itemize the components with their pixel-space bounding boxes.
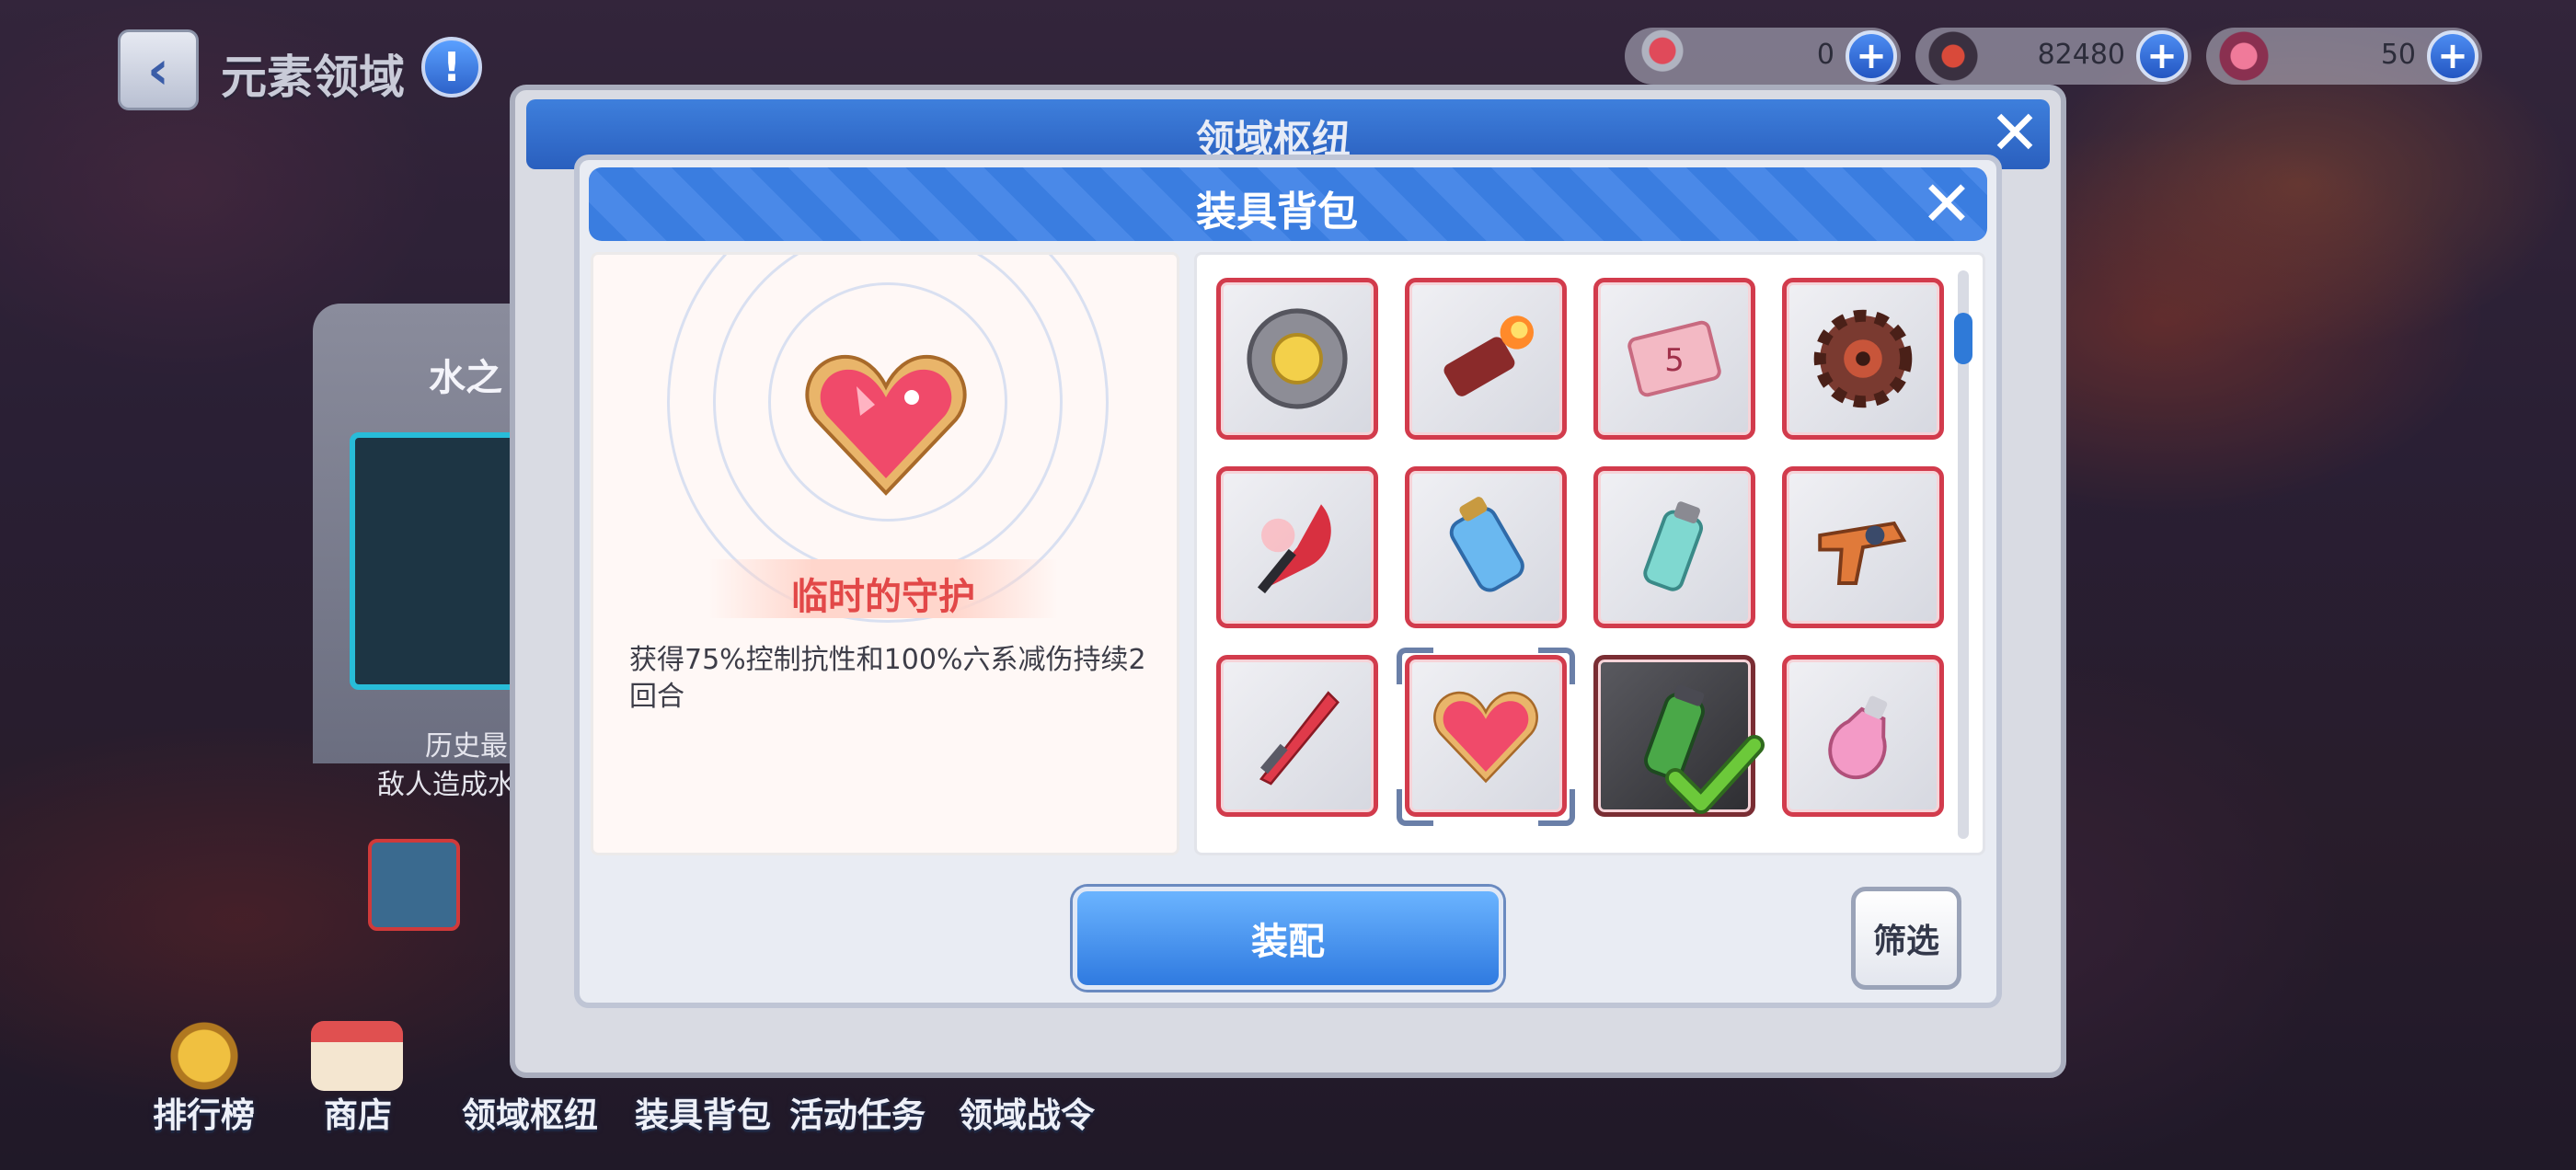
item-slot[interactable] xyxy=(1405,466,1567,628)
page-title: 元素领域 xyxy=(221,51,405,104)
item-slot[interactable] xyxy=(1782,655,1944,817)
heart-gem-icon xyxy=(1433,691,1538,784)
gem-icon xyxy=(2215,29,2272,83)
nav-gear-bag[interactable]: 装具背包 xyxy=(635,1087,771,1137)
coin-disc-icon xyxy=(1247,308,1348,409)
currency-value: 0 xyxy=(1816,39,1834,71)
close-icon: ✕ xyxy=(1920,167,1973,241)
enemy-text: 敌人造成水 xyxy=(377,769,515,801)
nav-tasks[interactable]: 活动任务 xyxy=(789,1087,926,1137)
nav-leaderboard[interactable]: 排行榜 xyxy=(153,1087,255,1137)
add-key-button[interactable]: + xyxy=(1846,30,1897,82)
svg-text:5: 5 xyxy=(1664,342,1685,378)
currency-gem: 50 + xyxy=(2206,28,2482,85)
nav-shop[interactable]: 商店 xyxy=(324,1087,392,1137)
nav-hub[interactable]: 领域枢纽 xyxy=(462,1087,598,1137)
crystal-sword-icon xyxy=(1259,691,1340,786)
item-name: 临时的守护 xyxy=(791,576,975,618)
gate-label: 水之 xyxy=(429,357,502,399)
nav-battle-pass[interactable]: 领域战令 xyxy=(959,1087,1095,1137)
modal-close-button[interactable]: ✕ xyxy=(1917,168,1976,241)
hub-close-button[interactable]: ✕ xyxy=(1985,98,2044,168)
grid-scroll-thumb[interactable] xyxy=(1954,313,1972,364)
pink-potion-icon xyxy=(1828,695,1888,779)
add-gem-button[interactable]: + xyxy=(2427,30,2478,82)
history-text: 历史最 xyxy=(425,730,508,763)
modal-title: 装具背包 xyxy=(1196,189,1358,235)
battery-icon xyxy=(1643,501,1704,591)
currency-badge: 82480 + xyxy=(1915,28,2191,85)
exclamation-icon: ! xyxy=(442,43,462,91)
item-slot[interactable] xyxy=(1216,278,1378,440)
item-slot[interactable] xyxy=(1405,278,1567,440)
selection-corner xyxy=(1538,789,1575,826)
blaster-gun-icon xyxy=(1818,521,1907,585)
ticket-5-icon: 5 xyxy=(1627,320,1721,397)
item-name-bar: 临时的守护 xyxy=(708,559,1058,618)
currency-key: 0 + xyxy=(1625,28,1901,85)
info-button[interactable]: ! xyxy=(421,37,482,98)
item-slot[interactable] xyxy=(1782,466,1944,628)
trophy-icon xyxy=(158,1021,250,1091)
add-badge-button[interactable]: + xyxy=(2136,30,2188,82)
close-icon: ✕ xyxy=(1989,97,2041,168)
bg-equip-slot xyxy=(368,839,460,931)
chevron-left-icon: ‹ xyxy=(147,39,169,101)
red-blade-icon xyxy=(1257,504,1331,594)
heart-gem-icon xyxy=(805,354,967,496)
shop-icon xyxy=(311,1021,403,1091)
check-icon xyxy=(1665,735,1765,814)
filter-button[interactable]: 筛选 xyxy=(1851,887,1961,990)
item-slot[interactable] xyxy=(1216,466,1378,628)
selection-corner xyxy=(1397,789,1433,826)
item-slot[interactable]: 5 xyxy=(1593,278,1755,440)
gate-portal xyxy=(350,432,534,690)
item-slot[interactable] xyxy=(1782,278,1944,440)
gear-icon xyxy=(1813,309,1913,408)
blue-potion-icon xyxy=(1449,497,1524,592)
item-slot[interactable] xyxy=(1593,466,1755,628)
item-slot[interactable] xyxy=(1216,655,1378,817)
item-description: 获得75%控制抗性和100%六系减伤持续2回合 xyxy=(629,644,1146,713)
selection-corner xyxy=(1397,648,1433,684)
currency-value: 50 xyxy=(2380,39,2416,71)
fire-cannon-icon xyxy=(1443,315,1534,396)
currency-value: 82480 xyxy=(2037,39,2125,71)
equip-button[interactable]: 装配 xyxy=(1073,887,1503,990)
key-icon xyxy=(1634,29,1691,83)
selection-corner xyxy=(1538,648,1575,684)
back-button[interactable]: ‹ xyxy=(118,29,199,110)
shield-badge-icon xyxy=(1925,29,1982,83)
